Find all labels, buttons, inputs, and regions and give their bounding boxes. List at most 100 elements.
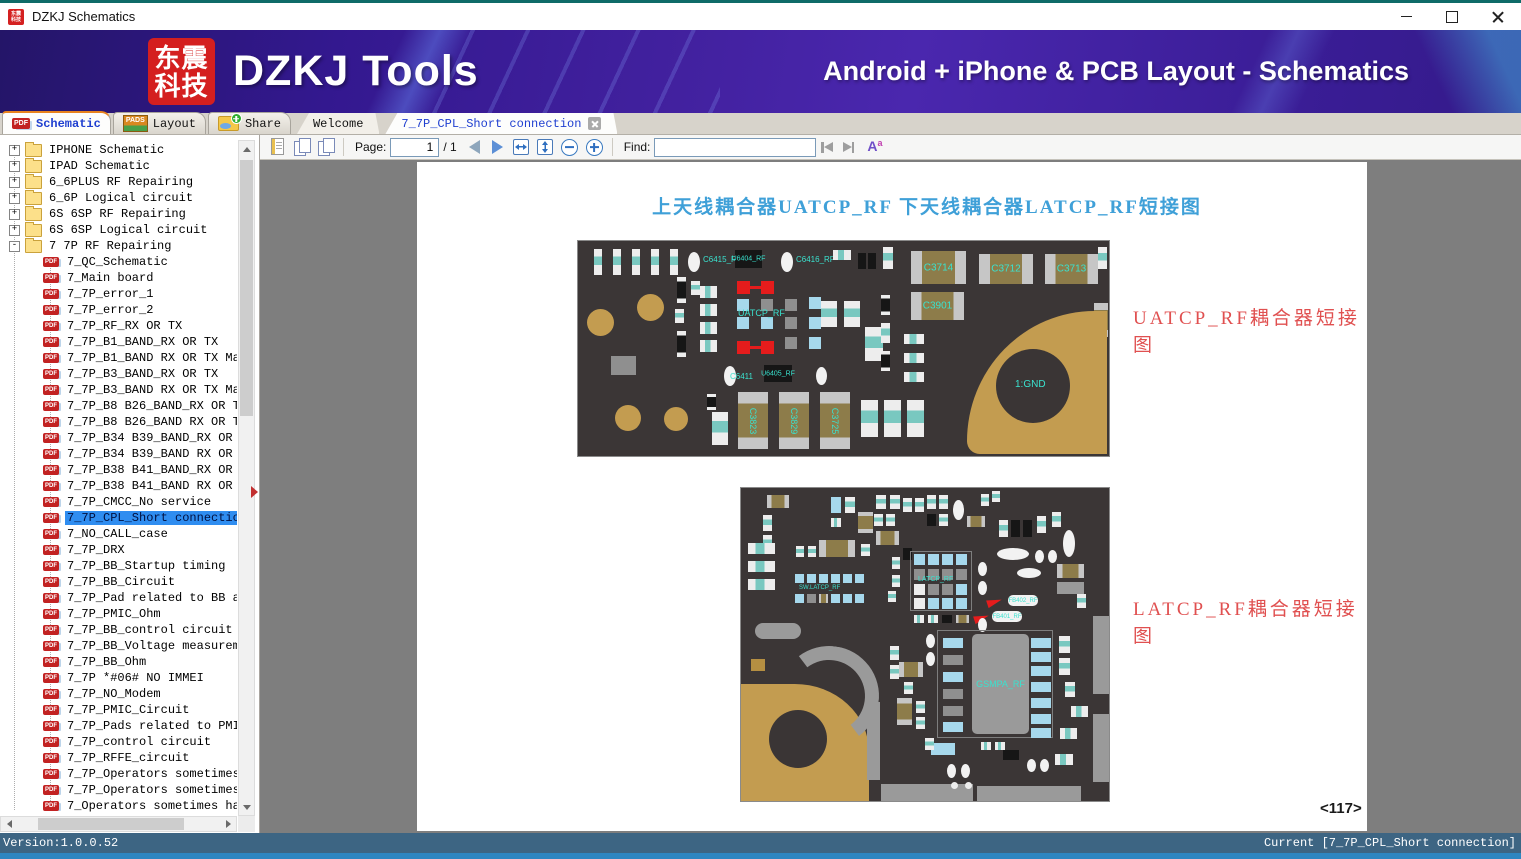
pcb-C3712: C3712 [979, 254, 1033, 284]
tree-item[interactable]: PDF 7_7P_BB_Voltage measurement [0, 638, 237, 654]
tree-item[interactable]: PDF 7_7P_PMIC_Ohm [0, 606, 237, 622]
next-page-button[interactable] [491, 140, 503, 154]
tree-item[interactable]: +6S 6SP Logical circuit [0, 222, 237, 238]
find-previous-button[interactable] [821, 141, 833, 153]
scroll-down-button[interactable] [239, 799, 254, 815]
tree-item[interactable]: PDF 7_NO_CALL_case [0, 526, 237, 542]
tree-item[interactable]: PDF 7_7P_RFFE_circuit [0, 750, 237, 766]
doc-tab-welcome[interactable]: Welcome [297, 113, 379, 134]
pcb-component [1060, 728, 1077, 739]
snapshot-button[interactable] [316, 137, 336, 157]
scroll-left-button[interactable] [1, 817, 17, 831]
pcb-component [1027, 759, 1036, 772]
tree-item[interactable]: PDF 7_7P_B3_BAND RX OR TX Main bo [0, 382, 237, 398]
tree-item[interactable]: PDF 7_Main board [0, 270, 237, 286]
scrollbar-thumb[interactable] [38, 818, 184, 830]
tree-item[interactable]: PDF 7_7P_Operators sometimes have [0, 782, 237, 798]
scrollbar-thumb[interactable] [240, 160, 253, 416]
minimize-button[interactable] [1383, 3, 1429, 30]
tree-vertical-scrollbar[interactable] [238, 140, 255, 816]
pcb-C6416_RF: C6416_RF [796, 255, 835, 264]
tree-item[interactable]: - 7 7P RF Repairing [0, 238, 237, 254]
previous-page-button[interactable] [468, 140, 480, 154]
tree-item[interactable]: PDF 7_7P_DRX [0, 542, 237, 558]
tree-expand-toggle[interactable]: + [9, 176, 20, 188]
tab-share[interactable]: Share [207, 112, 291, 134]
scroll-right-button[interactable] [220, 817, 236, 831]
tree-item[interactable]: PDF 7_7P_CMCC_No service [0, 494, 237, 510]
tree-item[interactable]: PDF 7_7P_Pad related to BB and 4G [0, 590, 237, 606]
tree-item[interactable]: PDF 7_7P_B3_BAND_RX OR TX [0, 366, 237, 382]
fit-width-button[interactable] [512, 139, 529, 155]
tree-expand-toggle[interactable]: + [9, 192, 20, 204]
tree-item[interactable]: PDF 7_7P_error_1 [0, 286, 237, 302]
tree-item[interactable]: +6S 6SP RF Repairing [0, 206, 237, 222]
tree-item[interactable]: PDF 7_7P_Pads related to PMIC and [0, 718, 237, 734]
pdf-icon: PDF [43, 705, 59, 715]
tree-item[interactable]: PDF 7_7P_control circuit [0, 734, 237, 750]
tree-item[interactable]: PDF 7_7P_B8 B26_BAND_RX OR TX [0, 398, 237, 414]
tab-close-icon[interactable] [588, 117, 601, 130]
pdf-icon: PDF [43, 369, 59, 379]
doc-tab-current[interactable]: 7_7P_CPL_Short connection [385, 113, 617, 134]
splitter-collapse-arrow[interactable] [251, 486, 258, 498]
close-button[interactable] [1475, 3, 1521, 30]
zoom-out-button[interactable] [560, 138, 578, 156]
tree-item[interactable]: +6_6PLUS RF Repairing [0, 174, 237, 190]
tree-item[interactable]: PDF 7_7P_BB_Circuit [0, 574, 237, 590]
tree-item[interactable]: PDF 7_7P_PMIC_Circuit [0, 702, 237, 718]
tree-item[interactable]: PDF 7_7P_RF_RX OR TX [0, 318, 237, 334]
tree-item[interactable]: PDF 7_7P *#06# NO IMMEI [0, 670, 237, 686]
pcb-component [809, 337, 821, 349]
tab-layout[interactable]: PADS Layout [112, 112, 206, 134]
pcb-component [965, 782, 972, 789]
pdf-icon: PDF [43, 385, 59, 395]
tree-item[interactable]: PDF 7_7P_B1_BAND_RX OR TX [0, 334, 237, 350]
find-next-button[interactable] [842, 141, 855, 153]
pcb-component [927, 495, 936, 509]
tree-item[interactable]: PDF 7_QC_Schematic [0, 254, 237, 270]
tree-item[interactable]: PDF 7_7P_error_2 [0, 302, 237, 318]
copy-text-button[interactable] [268, 137, 288, 157]
tree-item[interactable]: PDF 7_7P_B34 B39_BAND RX OR TX Ma [0, 446, 237, 462]
tree-item[interactable]: PDF 7_7P_B8 B26_BAND RX OR TX Mai [0, 414, 237, 430]
tab-schematic[interactable]: PDF Schematic [2, 111, 111, 134]
tree-item[interactable]: + IPAD Schematic [0, 158, 237, 174]
tree-horizontal-scrollbar[interactable] [0, 816, 237, 832]
tree-item[interactable]: PDF 7_7P_Operators sometimes have [0, 766, 237, 782]
tree-expand-toggle[interactable]: + [9, 208, 20, 220]
tree-item[interactable]: PDF 7_7P_B1_BAND RX OR TX Main bo [0, 350, 237, 366]
pcb-component [904, 372, 924, 382]
tree-item[interactable]: PDF 7_7P_B34 B39_BAND_RX OR TX [0, 430, 237, 446]
tree-expand-toggle[interactable]: + [9, 224, 20, 236]
tree-expand-toggle[interactable]: - [9, 240, 20, 252]
copy-page-button[interactable] [292, 137, 312, 157]
tree-expand-toggle[interactable]: + [9, 144, 20, 156]
pcb-label: U6404_RF [731, 255, 766, 263]
tree-item[interactable]: PDF 7_7P_BB_Startup timing [0, 558, 237, 574]
tree-item[interactable]: PDF 7_7P_BB_Ohm [0, 654, 237, 670]
tree-item[interactable]: +6_6P Logical circuit [0, 190, 237, 206]
tree-item[interactable]: + IPHONE Schematic [0, 142, 237, 158]
find-input[interactable] [654, 137, 817, 157]
pcb-label: C3725 [830, 407, 840, 434]
tree-item[interactable]: PDF 7_7P_NO_Modem [0, 686, 237, 702]
tree-item[interactable]: PDF 7_7P_CPL_Short connection [0, 510, 237, 526]
page-number-input[interactable] [390, 137, 440, 157]
tree-item[interactable]: PDF 7_Operators sometimes have no [0, 798, 237, 814]
maximize-button[interactable] [1429, 3, 1475, 30]
file-tree: + IPHONE Schematic + IPAD Schematic +6_6PLUS… [0, 142, 237, 814]
pcb-component [1077, 594, 1086, 608]
pcb-component [843, 574, 852, 583]
pcb-component [1031, 638, 1051, 648]
pcb-FB401_RF: FB401_RF [992, 611, 1022, 622]
tree-item[interactable]: PDF 7_7P_B38 B41_BAND_RX OR TX [0, 462, 237, 478]
tree-item[interactable]: PDF 7_7P_B38 B41_BAND RX OR TX Ma [0, 478, 237, 494]
tree-item[interactable]: PDF 7_7P_BB_control circuit [0, 622, 237, 638]
scroll-up-button[interactable] [239, 141, 254, 157]
fit-page-button[interactable] [536, 139, 553, 155]
pcb-U6404_RF: U6404_RF [732, 250, 765, 268]
tree-expand-toggle[interactable]: + [9, 160, 20, 172]
zoom-in-button[interactable] [585, 138, 603, 156]
font-size-button[interactable]: Aa [867, 138, 882, 153]
